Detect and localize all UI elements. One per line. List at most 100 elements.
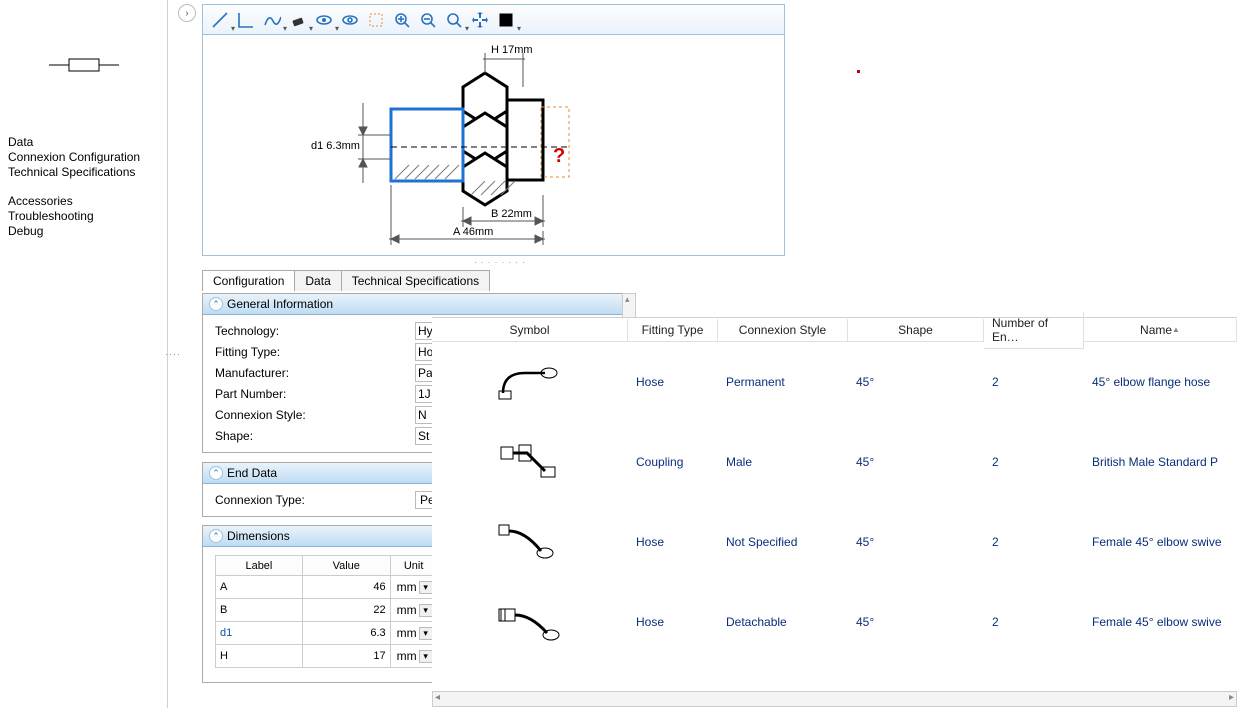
panel-dimensions-title: Dimensions <box>227 529 290 543</box>
sidebar-item-troubleshooting[interactable]: Troubleshooting <box>6 209 166 224</box>
tab-bar: Configuration Data Technical Specificati… <box>202 270 489 291</box>
cell-shape: 45° <box>848 455 984 469</box>
unit-select[interactable]: mm▾ <box>395 580 433 594</box>
unit-select[interactable]: mm▾ <box>395 603 433 617</box>
results-row[interactable]: HosePermanent45°245° elbow flange hose <box>432 342 1237 422</box>
zoom-fit-icon[interactable] <box>443 9 465 31</box>
cell-name: British Male Standard P <box>1084 455 1237 469</box>
dim-value-cell[interactable]: 22 <box>302 599 390 622</box>
dim-label-cell: B <box>216 599 303 622</box>
sidebar-item-data[interactable]: Data <box>6 135 166 150</box>
results-col-num-ends[interactable]: Number of En… <box>984 312 1084 349</box>
dim-column[interactable]: Value <box>302 556 390 576</box>
cell-connexion-style: Permanent <box>718 375 848 389</box>
grid-icon[interactable] <box>495 9 517 31</box>
cell-name: 45° elbow flange hose <box>1084 375 1237 389</box>
cell-shape: 45° <box>848 375 984 389</box>
results-col-symbol[interactable]: Symbol <box>432 319 628 342</box>
cell-num-ends: 2 <box>984 375 1084 389</box>
results-header: Symbol Fitting Type Connexion Style Shap… <box>432 318 1237 342</box>
sidebar-item-tech-specs[interactable]: Technical Specifications <box>6 165 166 180</box>
results-col-name[interactable]: Name <box>1084 319 1237 342</box>
dim-label-cell: d1 <box>216 622 303 645</box>
results-row[interactable]: HoseNot Specified45°2Female 45° elbow sw… <box>432 502 1237 582</box>
dim-value-cell[interactable]: 46 <box>302 576 390 599</box>
results-col-shape[interactable]: Shape <box>848 319 984 342</box>
collapse-icon[interactable]: ⌃ <box>209 529 223 543</box>
symbol-icon <box>432 441 628 483</box>
field-label: Manufacturer: <box>215 366 415 380</box>
sidebar-item-debug[interactable]: Debug <box>6 224 166 239</box>
symbol-icon <box>432 361 628 403</box>
collapse-icon[interactable]: ⌃ <box>209 466 223 480</box>
dim-label-cell: A <box>216 576 303 599</box>
cell-num-ends: 2 <box>984 615 1084 629</box>
visibility-single-icon[interactable] <box>339 9 361 31</box>
question-mark-icon: ? <box>553 145 565 168</box>
drawing-canvas[interactable]: H 17mm d1 6.3mm B 22mm A 46mm <box>203 35 784 255</box>
tab-tech-specs[interactable]: Technical Specifications <box>341 270 490 291</box>
zoom-in-icon[interactable] <box>391 9 413 31</box>
panel-end-title: End Data <box>227 466 277 480</box>
drawing-toolbar <box>203 5 784 35</box>
draw-angle-icon[interactable] <box>235 9 257 31</box>
results-col-connexion-style[interactable]: Connexion Style <box>718 319 848 342</box>
cell-name: Female 45° elbow swive <box>1084 615 1237 629</box>
cell-num-ends: 2 <box>984 455 1084 469</box>
draw-free-icon[interactable] <box>261 9 283 31</box>
cell-connexion-style: Male <box>718 455 848 469</box>
results-row[interactable]: CouplingMale45°2British Male Standard P <box>432 422 1237 502</box>
dim-label-cell: H <box>216 645 303 668</box>
cell-name: Female 45° elbow swive <box>1084 535 1237 549</box>
cell-connexion-style: Not Specified <box>718 535 848 549</box>
select-region-icon[interactable] <box>365 9 387 31</box>
sidebar-symbol-preview <box>0 0 168 130</box>
dim-value-cell[interactable]: 6.3 <box>302 622 390 645</box>
field-label: Shape: <box>215 429 415 443</box>
results-col-fitting-type[interactable]: Fitting Type <box>628 319 718 342</box>
cell-fitting-type: Hose <box>628 615 718 629</box>
draw-line-icon[interactable] <box>209 9 231 31</box>
zoom-out-icon[interactable] <box>417 9 439 31</box>
sidebar-item-connexion-config[interactable]: Connexion Configuration <box>6 150 166 165</box>
results-row[interactable]: HoseDetachable45°2Female 45° elbow swive <box>432 582 1237 662</box>
cell-fitting-type: Hose <box>628 535 718 549</box>
results-hscrollbar[interactable] <box>432 691 1237 707</box>
dim-d1-label: d1 6.3mm <box>311 140 360 152</box>
field-label: Technology: <box>215 324 415 338</box>
cell-num-ends: 2 <box>984 535 1084 549</box>
splitter-vertical[interactable]: ···· <box>168 0 178 708</box>
unit-select[interactable]: mm▾ <box>395 626 433 640</box>
cell-fitting-type: Hose <box>628 375 718 389</box>
tab-data[interactable]: Data <box>294 270 341 291</box>
dim-column[interactable]: Unit <box>390 556 437 576</box>
dim-value-cell[interactable]: 17 <box>302 645 390 668</box>
field-label: Fitting Type: <box>215 345 415 359</box>
symbol-icon <box>432 601 628 643</box>
unit-select[interactable]: mm▾ <box>395 649 433 663</box>
results-list-popup: Symbol Fitting Type Connexion Style Shap… <box>432 317 1237 707</box>
expand-panel-button[interactable]: › <box>178 4 196 22</box>
field-label: Connexion Style: <box>215 408 415 422</box>
field-label: Connexion Type: <box>215 493 415 507</box>
sidebar-item-accessories[interactable]: Accessories <box>6 194 166 209</box>
cell-shape: 45° <box>848 535 984 549</box>
cell-shape: 45° <box>848 615 984 629</box>
panel-general-title: General Information <box>227 297 333 311</box>
dim-h-label: H 17mm <box>491 44 533 56</box>
pan-icon[interactable] <box>469 9 491 31</box>
visibility-all-icon[interactable] <box>313 9 335 31</box>
dim-b-label: B 22mm <box>491 208 532 220</box>
sidebar: Data Connexion Configuration Technical S… <box>0 0 168 708</box>
drawing-panel: H 17mm d1 6.3mm B 22mm A 46mm <box>202 4 785 256</box>
symbol-icon <box>432 521 628 563</box>
field-label: Part Number: <box>215 387 415 401</box>
cell-fitting-type: Coupling <box>628 455 718 469</box>
cell-connexion-style: Detachable <box>718 615 848 629</box>
collapse-icon[interactable]: ⌃ <box>209 297 223 311</box>
stray-pixel <box>857 70 860 73</box>
erase-icon[interactable] <box>287 9 309 31</box>
dim-column[interactable]: Label <box>216 556 303 576</box>
tab-configuration[interactable]: Configuration <box>202 270 295 291</box>
splitter-horizontal[interactable]: · · · · · · · · <box>474 258 526 267</box>
